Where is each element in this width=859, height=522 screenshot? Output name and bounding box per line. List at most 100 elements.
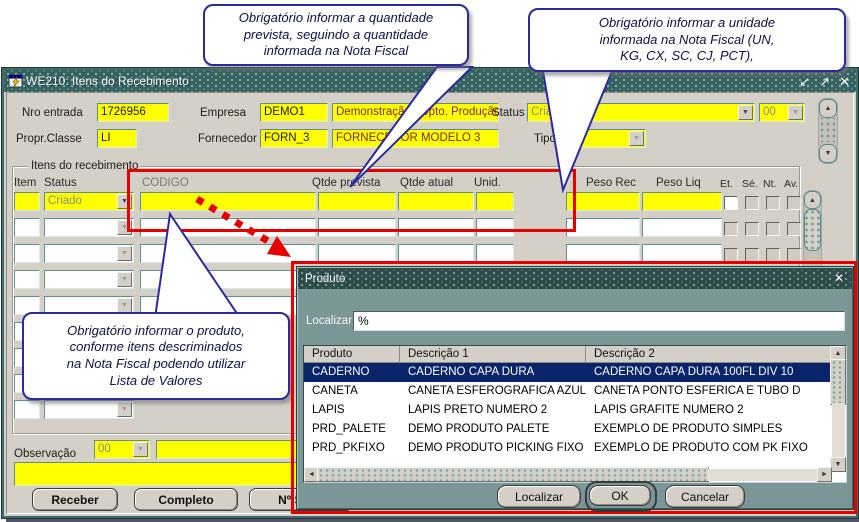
list-row[interactable]: PRD_PALETE DEMO PRODUTO PALETE EXEMPLO D… [304,420,832,439]
status-cell-combo[interactable]: ▼ [44,218,134,237]
hscrollbar-track[interactable] [707,469,819,481]
status-cell-combo[interactable]: ▼ [44,400,134,419]
scrollbar-thumb[interactable] [804,209,821,251]
status-combo[interactable]: Criado ▼ [527,103,755,122]
se-checkbox[interactable] [745,222,759,236]
dialog-ok-button[interactable]: OK [589,485,651,506]
status-seq-combo[interactable]: 00 ▼ [759,103,805,122]
list-row[interactable]: PRD_PKFIXO DEMO PRODUTO PICKING FIXO EXE… [304,439,832,458]
se-checkbox[interactable] [745,248,759,262]
col-header-peso-rec: Peso Rec [586,177,636,189]
unid-field[interactable] [476,244,514,263]
qtde-atual-field[interactable] [398,244,474,263]
qtde-prevista-field[interactable] [318,192,396,211]
codigo-field[interactable] [140,244,316,263]
vscrollbar-thumb[interactable] [830,359,846,405]
hscrollbar-thumb[interactable] [317,467,709,482]
list-row[interactable]: LAPIS LAPIS PRETO NUMERO 2 LAPIS GRAFITE… [304,401,832,420]
nro-entrada-label: Nro entrada [22,107,83,119]
observacao-label: Observação [14,448,77,460]
scroll-up-icon[interactable]: ▲ [804,191,821,209]
empresa-field[interactable]: DEMO1 [260,103,328,122]
col-header-qtde-atual: Qtde atual [400,177,454,189]
dialog-localizar-button[interactable]: Localizar [497,485,581,508]
qtde-atual-field[interactable] [398,192,474,211]
codigo-field[interactable] [140,192,316,211]
qtde-atual-field[interactable] [398,218,474,237]
item-field[interactable] [14,400,40,419]
propr-classe-field[interactable]: LI [97,129,137,148]
col-header-codigo: CODIGO [142,177,189,189]
localizar-input[interactable]: % [353,311,845,331]
peso-rec-field[interactable] [566,218,640,237]
unid-field[interactable] [476,192,514,211]
status-dropdown-icon[interactable]: ▼ [738,105,753,120]
se-checkbox[interactable] [745,196,759,210]
row-status-dropdown-icon: ▼ [117,298,132,313]
produto-dialog: Produto ✕ Localizar % Produto Descrição … [296,266,854,512]
restore-icon[interactable]: ↗ [819,75,830,88]
row-status-dropdown-icon: ▼ [117,246,132,261]
et-checkbox[interactable] [724,248,738,262]
record-scrollbar[interactable]: ▲ ▼ [818,98,838,164]
list-row-selected[interactable]: CADERNO CADERNO CAPA DURA CADERNO CAPA D… [304,363,832,382]
nt-checkbox[interactable] [766,222,780,236]
fornecedor-field[interactable]: FORN_3 [260,129,328,148]
close-icon[interactable]: ✕ [839,75,850,88]
observacao-dropdown-icon: ▼ [133,442,148,457]
qtde-prevista-field[interactable] [318,218,396,237]
dialog-cancelar-button[interactable]: Cancelar [665,485,745,508]
status-cell-combo[interactable]: ▼ [44,270,134,289]
minimize-icon[interactable]: ↙ [799,75,810,88]
col-header-se: Sé. [742,178,758,190]
receber-button[interactable]: Receber [32,488,118,511]
empresa-label: Empresa [200,107,247,119]
nt-checkbox[interactable] [766,248,780,262]
window-titlebar[interactable]: WE210: Itens do Recebimento ↙ ↗ ✕ [4,70,856,92]
item-field[interactable] [14,192,40,211]
observacao-code-combo[interactable]: 00 ▼ [94,440,150,459]
row-status-dropdown-icon: ▼ [117,220,132,235]
list-header-desc1[interactable]: Descrição 1 [400,346,586,363]
status-cell-combo[interactable]: ▼ [44,244,134,263]
itens-frame-label: Itens do recebimento [28,160,142,172]
callout-unidade: Obrigatório informar a unidade informada… [528,8,846,72]
av-checkbox[interactable] [787,196,801,210]
tipo-combo[interactable]: LI ▼ [564,129,646,148]
peso-rec-field[interactable] [566,244,640,263]
peso-liq-field[interactable] [642,244,722,263]
qtde-prevista-field[interactable] [318,244,396,263]
nro-entrada-field[interactable]: 1726956 [97,103,169,122]
completo-button[interactable]: Completo [134,488,238,511]
et-checkbox[interactable] [724,222,738,236]
status-cell-combo[interactable]: Criado ▼ [44,192,134,211]
produto-dialog-titlebar[interactable]: Produto ✕ [298,268,852,289]
scrollbar-grip[interactable] [819,118,837,142]
localizar-label: Localizar [306,315,353,327]
vscrollbar-track[interactable] [832,403,845,457]
list-row[interactable]: CANETA CANETA ESFEROGRAFICA AZUL CANETA … [304,382,832,401]
forms-app-icon [8,73,24,89]
nt-checkbox[interactable] [766,196,780,210]
list-header-produto[interactable]: Produto [304,346,400,363]
codigo-field[interactable] [140,218,316,237]
scroll-down-icon[interactable]: ▼ [830,457,846,472]
av-checkbox[interactable] [787,222,801,236]
peso-liq-field[interactable] [642,192,722,211]
item-field[interactable] [14,218,40,237]
et-checkbox[interactable] [724,196,738,210]
item-field[interactable] [14,244,40,263]
av-checkbox[interactable] [787,248,801,262]
dialog-close-icon[interactable]: ✕ [834,271,844,285]
scroll-down-icon[interactable]: ▼ [819,144,837,163]
scroll-right-icon[interactable]: ► [817,467,832,482]
peso-rec-field[interactable] [566,192,640,211]
unid-field[interactable] [476,218,514,237]
callout-qtde-prevista: Obrigatório informar a quantidade previs… [203,4,469,66]
item-field[interactable] [14,270,40,289]
list-header-desc2[interactable]: Descrição 2 [586,346,832,363]
row-status-dropdown-icon[interactable]: ▼ [117,194,132,209]
scroll-up-icon[interactable]: ▲ [819,99,837,118]
codigo-field[interactable] [140,270,316,289]
peso-liq-field[interactable] [642,218,722,237]
